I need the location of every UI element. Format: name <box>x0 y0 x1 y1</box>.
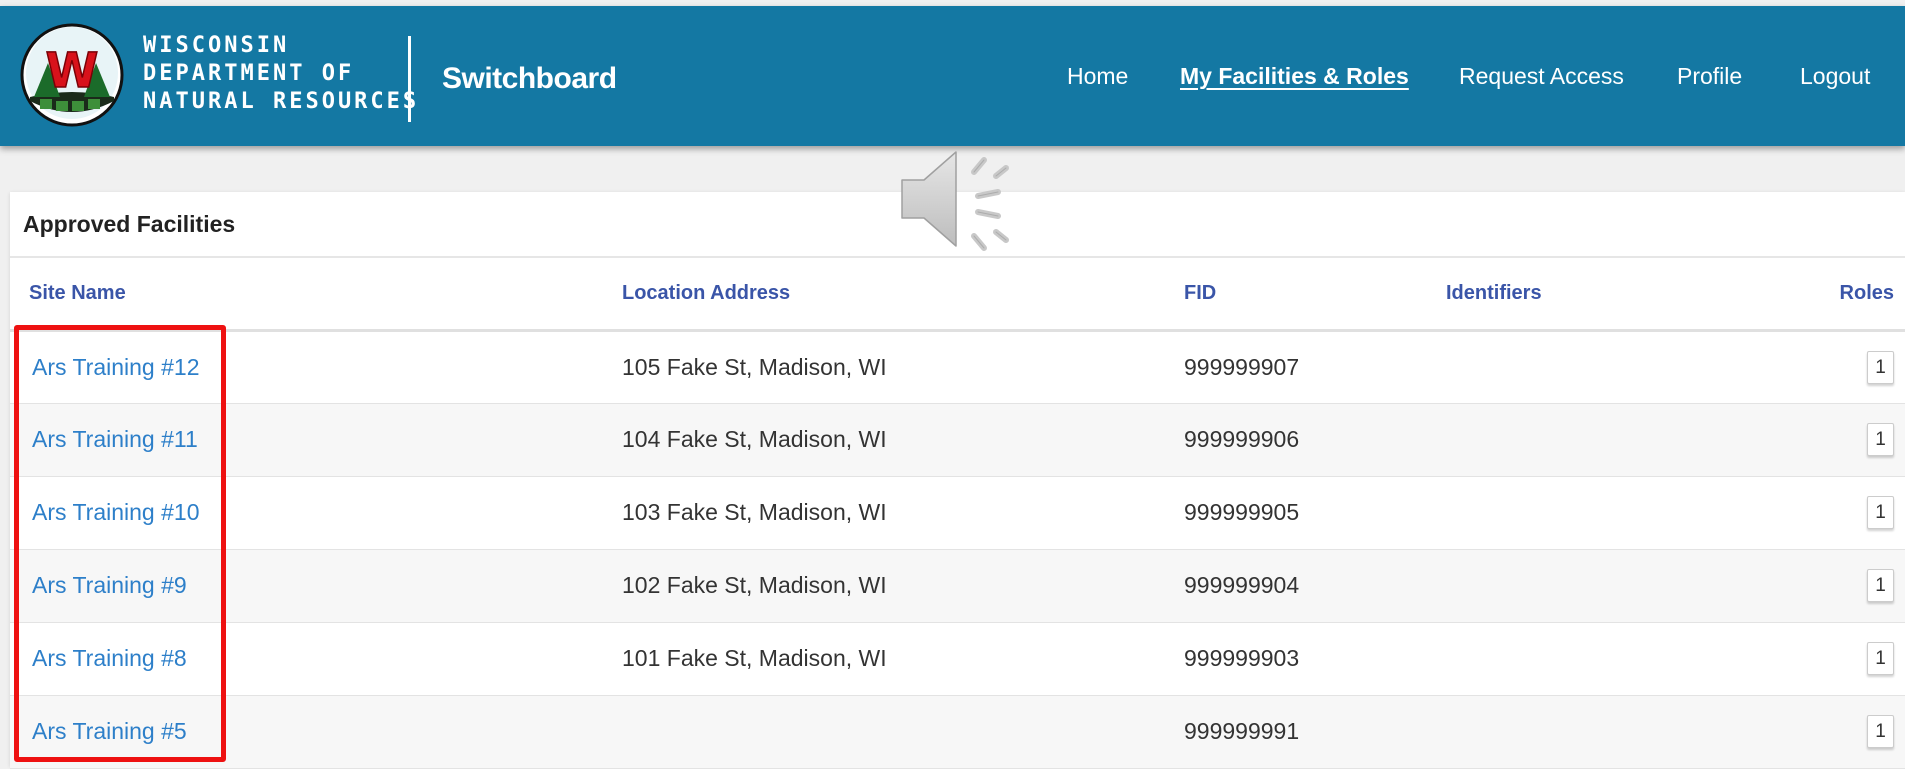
approved-facilities-panel: Approved Facilities Site Name Location A… <box>10 192 1905 769</box>
header-divider <box>408 36 411 122</box>
agency-line-1: WISCONSIN <box>143 33 290 58</box>
fid-value: 999999906 <box>1172 403 1434 477</box>
roles-count-badge[interactable]: 1 <box>1867 350 1894 384</box>
roles-count-badge[interactable]: 1 <box>1867 569 1894 602</box>
facilities-table: Site Name Location Address FID Identifie… <box>10 258 1905 769</box>
table-row: Ars Training #9 102 Fake St, Madison, WI… <box>10 549 1905 623</box>
fid-value: 999999904 <box>1172 549 1434 623</box>
app-header: W WISCONSIN DEPARTMENT OF NATURAL RESOUR… <box>0 6 1905 146</box>
identifiers-value <box>1434 549 1734 623</box>
roles-count-badge[interactable]: 1 <box>1867 715 1894 748</box>
col-identifiers[interactable]: Identifiers <box>1434 258 1734 332</box>
nav-profile[interactable]: Profile <box>1677 62 1742 90</box>
table-row: Ars Training #5 999999991 1 <box>10 695 1905 769</box>
nav-request-access[interactable]: Request Access <box>1459 62 1624 90</box>
identifiers-value <box>1434 330 1734 404</box>
panel-title: Approved Facilities <box>23 210 236 237</box>
dnr-logo: W <box>20 23 124 127</box>
speaker-icon[interactable] <box>898 140 1022 258</box>
fid-value: 999999907 <box>1172 330 1434 404</box>
table-row: Ars Training #10 103 Fake St, Madison, W… <box>10 476 1905 550</box>
location-address: 104 Fake St, Madison, WI <box>610 403 1172 477</box>
table-row: Ars Training #12 105 Fake St, Madison, W… <box>10 330 1905 404</box>
col-site-name[interactable]: Site Name <box>10 258 610 332</box>
agency-name: WISCONSIN DEPARTMENT OF NATURAL RESOURCE… <box>143 32 419 116</box>
identifiers-value <box>1434 476 1734 550</box>
fid-value: 999999903 <box>1172 622 1434 696</box>
location-address: 103 Fake St, Madison, WI <box>610 476 1172 550</box>
nav-my-facilities-roles[interactable]: My Facilities & Roles <box>1180 62 1409 90</box>
site-name-link[interactable]: Ars Training #10 <box>29 499 199 525</box>
identifiers-value <box>1434 622 1734 696</box>
site-name-link[interactable]: Ars Training #9 <box>29 572 187 598</box>
location-address: 102 Fake St, Madison, WI <box>610 549 1172 623</box>
nav-home[interactable]: Home <box>1067 62 1128 90</box>
roles-count-badge[interactable]: 1 <box>1867 423 1894 456</box>
location-address: 101 Fake St, Madison, WI <box>610 622 1172 696</box>
col-roles[interactable]: Roles <box>1734 258 1905 332</box>
fid-value: 999999991 <box>1172 695 1434 769</box>
logo-letter: W <box>46 43 99 99</box>
table-row: Ars Training #11 104 Fake St, Madison, W… <box>10 403 1905 477</box>
col-fid[interactable]: FID <box>1172 258 1434 332</box>
site-name-link[interactable]: Ars Training #8 <box>29 645 187 671</box>
location-address <box>610 695 1172 769</box>
col-location-address[interactable]: Location Address <box>610 258 1172 332</box>
app-title[interactable]: Switchboard <box>442 61 617 97</box>
table-row: Ars Training #8 101 Fake St, Madison, WI… <box>10 622 1905 696</box>
fid-value: 999999905 <box>1172 476 1434 550</box>
identifiers-value <box>1434 695 1734 769</box>
roles-count-badge[interactable]: 1 <box>1867 496 1894 529</box>
site-name-link[interactable]: Ars Training #12 <box>29 354 199 380</box>
site-name-link[interactable]: Ars Training #5 <box>29 718 187 744</box>
site-name-link[interactable]: Ars Training #11 <box>29 426 198 452</box>
location-address: 105 Fake St, Madison, WI <box>610 330 1172 404</box>
identifiers-value <box>1434 403 1734 477</box>
agency-line-3: NATURAL RESOURCES <box>143 89 420 114</box>
nav-logout[interactable]: Logout <box>1800 62 1870 90</box>
agency-line-2: DEPARTMENT OF <box>143 61 355 86</box>
table-header-row: Site Name Location Address FID Identifie… <box>10 258 1905 332</box>
roles-count-badge[interactable]: 1 <box>1867 642 1894 675</box>
